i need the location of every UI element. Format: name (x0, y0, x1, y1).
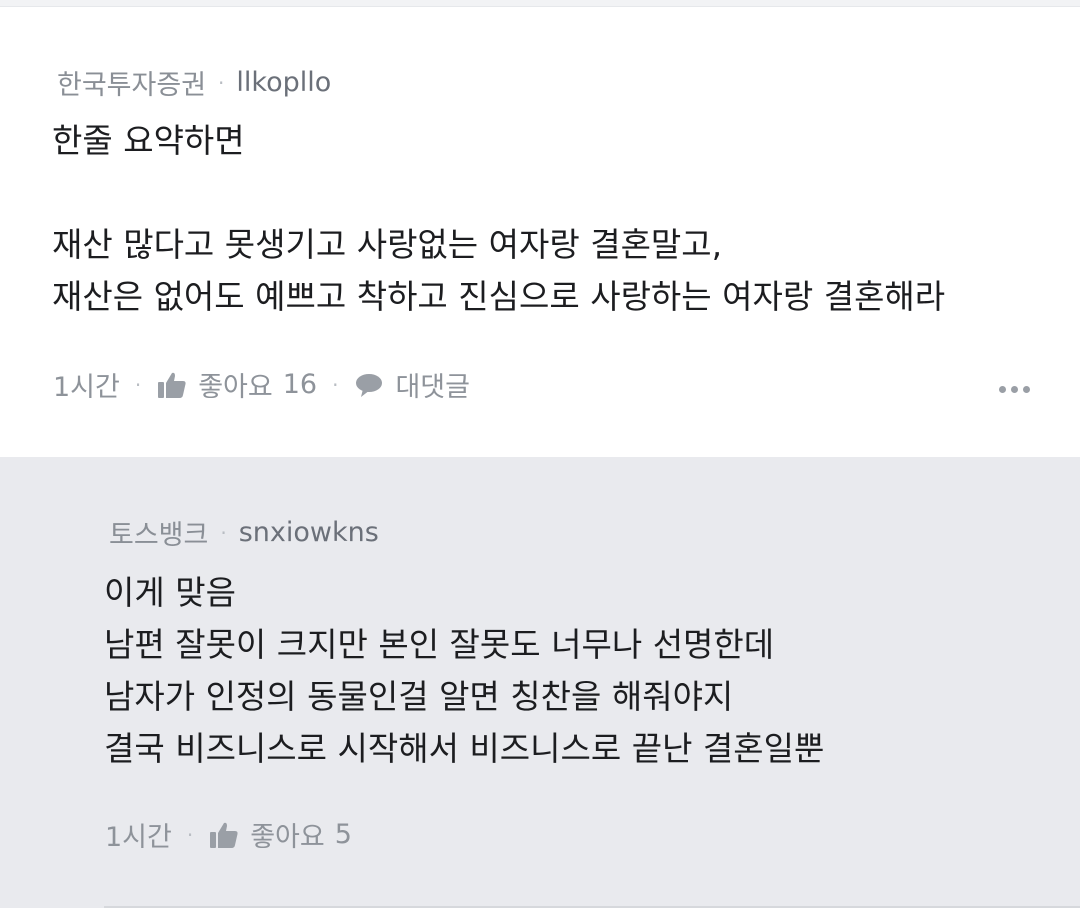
comment-meta: 토스뱅크 · snxiowkns (109, 513, 379, 552)
action-separator: · (134, 372, 142, 397)
comment-time: 1시간 (105, 822, 172, 853)
meta-separator: · (220, 520, 227, 545)
reply-comment-item: 토스뱅크 · snxiowkns 이게 맞음 남편 잘못이 크지만 본인 잘못도… (0, 457, 1080, 908)
like-count: 16 (282, 369, 318, 400)
username[interactable]: llkopllo (236, 67, 331, 98)
thumbs-up-icon (156, 370, 188, 400)
comment-body: 이게 맞음 남편 잘못이 크지만 본인 잘못도 너무나 선명한데 남자가 인정의… (104, 573, 825, 768)
like-button[interactable]: 좋아요 16 (156, 365, 317, 404)
comment-actions: 1시간 · 좋아요 5 (105, 815, 352, 854)
comment-actions: 1시간 · 좋아요 16 · 대댓글 (53, 365, 470, 404)
thumbs-up-icon (208, 820, 240, 850)
speech-bubble-icon (353, 370, 385, 400)
like-label: 좋아요 (198, 372, 273, 403)
broker-name: 토스뱅크 (109, 520, 209, 551)
like-label: 좋아요 (250, 822, 325, 853)
like-button[interactable]: 좋아요 5 (208, 815, 352, 854)
meta-separator: · (218, 70, 225, 95)
comment-meta: 한국투자증권 · llkopllo (57, 63, 331, 102)
reply-button[interactable]: 대댓글 (353, 365, 470, 404)
username[interactable]: snxiowkns (239, 517, 379, 548)
top-divider (0, 0, 1080, 7)
more-dots-icon[interactable] (999, 386, 1030, 393)
action-separator: · (186, 822, 194, 847)
comment-body: 한줄 요약하면 재산 많다고 못생기고 사랑없는 여자랑 결혼말고, 재산은 없… (52, 121, 946, 316)
reply-label: 대댓글 (395, 372, 470, 403)
action-separator: · (332, 372, 339, 397)
broker-name: 한국투자증권 (57, 70, 207, 101)
like-count: 5 (334, 819, 352, 850)
comment-item: 한국투자증권 · llkopllo 한줄 요약하면 재산 많다고 못생기고 사랑… (0, 7, 1080, 457)
comment-time: 1시간 (53, 372, 120, 403)
